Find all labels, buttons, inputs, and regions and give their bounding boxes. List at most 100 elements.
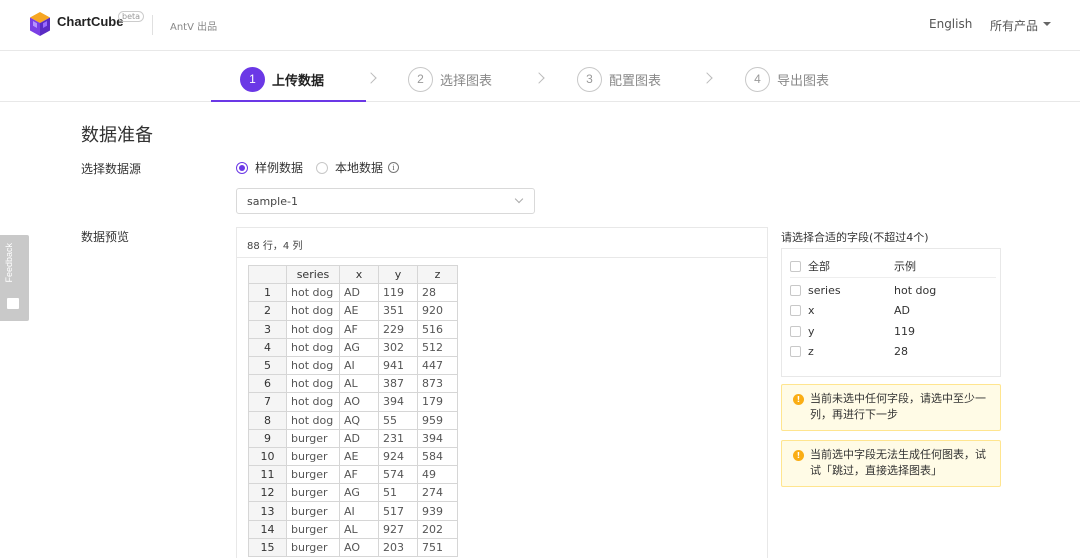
table-cell: 574 bbox=[378, 465, 418, 485]
radio-checked-icon[interactable] bbox=[236, 161, 248, 174]
row-index-cell: 10 bbox=[248, 446, 287, 467]
step-number: 3 bbox=[577, 66, 602, 92]
table-cell: burger bbox=[286, 537, 340, 558]
step-label: 配置图表 bbox=[609, 73, 662, 89]
field-example: AD bbox=[894, 304, 910, 317]
checkbox[interactable] bbox=[790, 285, 801, 296]
field-name: y bbox=[808, 325, 815, 338]
alert-text: 当前选中字段无法生成任何图表，试试「跳过，直接选择图表」 bbox=[810, 448, 986, 477]
table-cell: hot dog bbox=[286, 301, 340, 321]
field-row-z[interactable]: z bbox=[790, 345, 814, 358]
table-cell: AL bbox=[339, 374, 379, 394]
chevron-down-icon[interactable] bbox=[1043, 22, 1051, 26]
alert-text: 当前未选中任何字段，请选中至少一列，再进行下一步 bbox=[810, 392, 986, 421]
table-cell: 51 bbox=[378, 483, 418, 503]
field-row-y[interactable]: y bbox=[790, 325, 815, 338]
table-cell: 447 bbox=[417, 355, 458, 376]
radio-label: 本地数据 bbox=[335, 161, 384, 175]
table-cell: hot dog bbox=[286, 374, 340, 394]
brand-name[interactable]: ChartCube bbox=[57, 14, 123, 29]
step-number: 1 bbox=[240, 66, 265, 92]
sample-dataset-select[interactable]: sample-1 bbox=[236, 188, 535, 214]
table-cell: burger bbox=[286, 501, 340, 521]
table-cell: 231 bbox=[378, 428, 418, 448]
select-all-row[interactable]: 全部 bbox=[790, 258, 830, 274]
step-navigation: 1 上传数据 2 选择图表 3 配置图表 4 导出图表 bbox=[0, 52, 1080, 102]
chevron-right-icon bbox=[701, 72, 713, 84]
warning-alert-no-chart: ! 当前选中字段无法生成任何图表，试试「跳过，直接选择图表」 bbox=[781, 440, 1001, 487]
table-row: 14 burger AL 927 202 bbox=[248, 519, 458, 539]
table-cell: 924 bbox=[378, 446, 418, 467]
top-navbar: ChartCube beta AntV 出品 English 所有产品 bbox=[0, 0, 1080, 51]
warning-icon: ! bbox=[793, 450, 804, 461]
column-header-y: y bbox=[378, 264, 418, 285]
table-cell: AO bbox=[339, 392, 379, 412]
vendor-label[interactable]: AntV 出品 bbox=[170, 18, 217, 33]
column-header-series: series bbox=[286, 264, 340, 285]
table-cell: AI bbox=[339, 355, 379, 376]
table-row: 10 burger AE 924 584 bbox=[248, 446, 458, 467]
table-cell: hot dog bbox=[286, 283, 340, 303]
feedback-tab[interactable]: Feedback bbox=[0, 235, 29, 321]
select-all-label: 全部 bbox=[808, 260, 830, 273]
table-row: 1 hot dog AD 119 28 bbox=[248, 283, 458, 303]
chat-icon bbox=[7, 298, 19, 309]
table-cell: 939 bbox=[417, 501, 458, 521]
row-index-cell: 15 bbox=[248, 537, 287, 558]
table-cell: AD bbox=[339, 428, 379, 448]
products-menu[interactable]: 所有产品 bbox=[990, 17, 1038, 34]
example-header: 示例 bbox=[894, 260, 916, 273]
checkbox[interactable] bbox=[790, 326, 801, 337]
step-export-chart[interactable]: 4 导出图表 bbox=[745, 66, 829, 92]
warning-icon: ! bbox=[793, 394, 804, 405]
table-row: 5 hot dog AI 941 447 bbox=[248, 355, 458, 376]
table-row: 3 hot dog AF 229 516 bbox=[248, 319, 458, 339]
table-cell: burger bbox=[286, 428, 340, 448]
table-cell: 517 bbox=[378, 501, 418, 521]
table-cell: 394 bbox=[417, 428, 458, 448]
data-preview-panel: 88 行，4 列 series x y z 1 hot dog AD 119 28 2 ho… bbox=[236, 227, 768, 558]
table-row: 15 burger AO 203 751 bbox=[248, 537, 458, 558]
table-cell: hot dog bbox=[286, 410, 340, 430]
table-row: 12 burger AG 51 274 bbox=[248, 483, 458, 503]
cube-logo-icon[interactable] bbox=[29, 11, 51, 37]
field-selection-panel: 全部 示例 series hot dog x AD y 119 z 28 bbox=[781, 248, 1001, 377]
step-number: 4 bbox=[745, 66, 770, 92]
checkbox[interactable] bbox=[790, 346, 801, 357]
table-cell: 516 bbox=[417, 319, 458, 339]
step-configure-chart[interactable]: 3 配置图表 bbox=[577, 66, 661, 92]
table-cell: burger bbox=[286, 519, 340, 539]
field-name: z bbox=[808, 345, 814, 358]
field-row-x[interactable]: x bbox=[790, 304, 815, 317]
info-icon[interactable]: i bbox=[388, 162, 400, 173]
checkbox[interactable] bbox=[790, 260, 801, 272]
table-cell: 55 bbox=[378, 410, 418, 430]
table-row: 13 burger AI 517 939 bbox=[248, 501, 458, 521]
field-row-series[interactable]: series bbox=[790, 284, 841, 297]
warning-alert-no-field: ! 当前未选中任何字段，请选中至少一列，再进行下一步 bbox=[781, 384, 1001, 431]
page-title: 数据准备 bbox=[81, 125, 153, 146]
table-cell: AL bbox=[339, 519, 379, 539]
checkbox[interactable] bbox=[790, 305, 801, 316]
data-preview-label: 数据预览 bbox=[81, 230, 130, 244]
table-cell: 274 bbox=[417, 483, 458, 503]
row-index-cell: 6 bbox=[248, 374, 287, 394]
table-cell: AO bbox=[339, 537, 379, 558]
table-row: 9 burger AD 231 394 bbox=[248, 428, 458, 448]
step-select-chart[interactable]: 2 选择图表 bbox=[408, 66, 492, 92]
radio-unchecked-icon[interactable] bbox=[316, 161, 329, 174]
table-cell: 179 bbox=[417, 392, 458, 412]
table-cell: 512 bbox=[417, 337, 458, 357]
step-number: 2 bbox=[408, 66, 433, 92]
table-cell: 927 bbox=[378, 519, 418, 539]
row-index-cell: 1 bbox=[248, 283, 287, 303]
language-switch[interactable]: English bbox=[929, 17, 972, 31]
divider bbox=[790, 277, 996, 278]
step-upload-data[interactable]: 1 上传数据 bbox=[240, 66, 324, 92]
table-cell: 203 bbox=[378, 537, 418, 558]
radio-local-data[interactable]: 本地数据 i bbox=[316, 159, 400, 176]
table-row: 7 hot dog AO 394 179 bbox=[248, 392, 458, 412]
beta-badge: beta bbox=[118, 11, 145, 22]
chevron-right-icon bbox=[365, 72, 377, 84]
radio-sample-data[interactable]: 样例数据 bbox=[236, 159, 303, 176]
